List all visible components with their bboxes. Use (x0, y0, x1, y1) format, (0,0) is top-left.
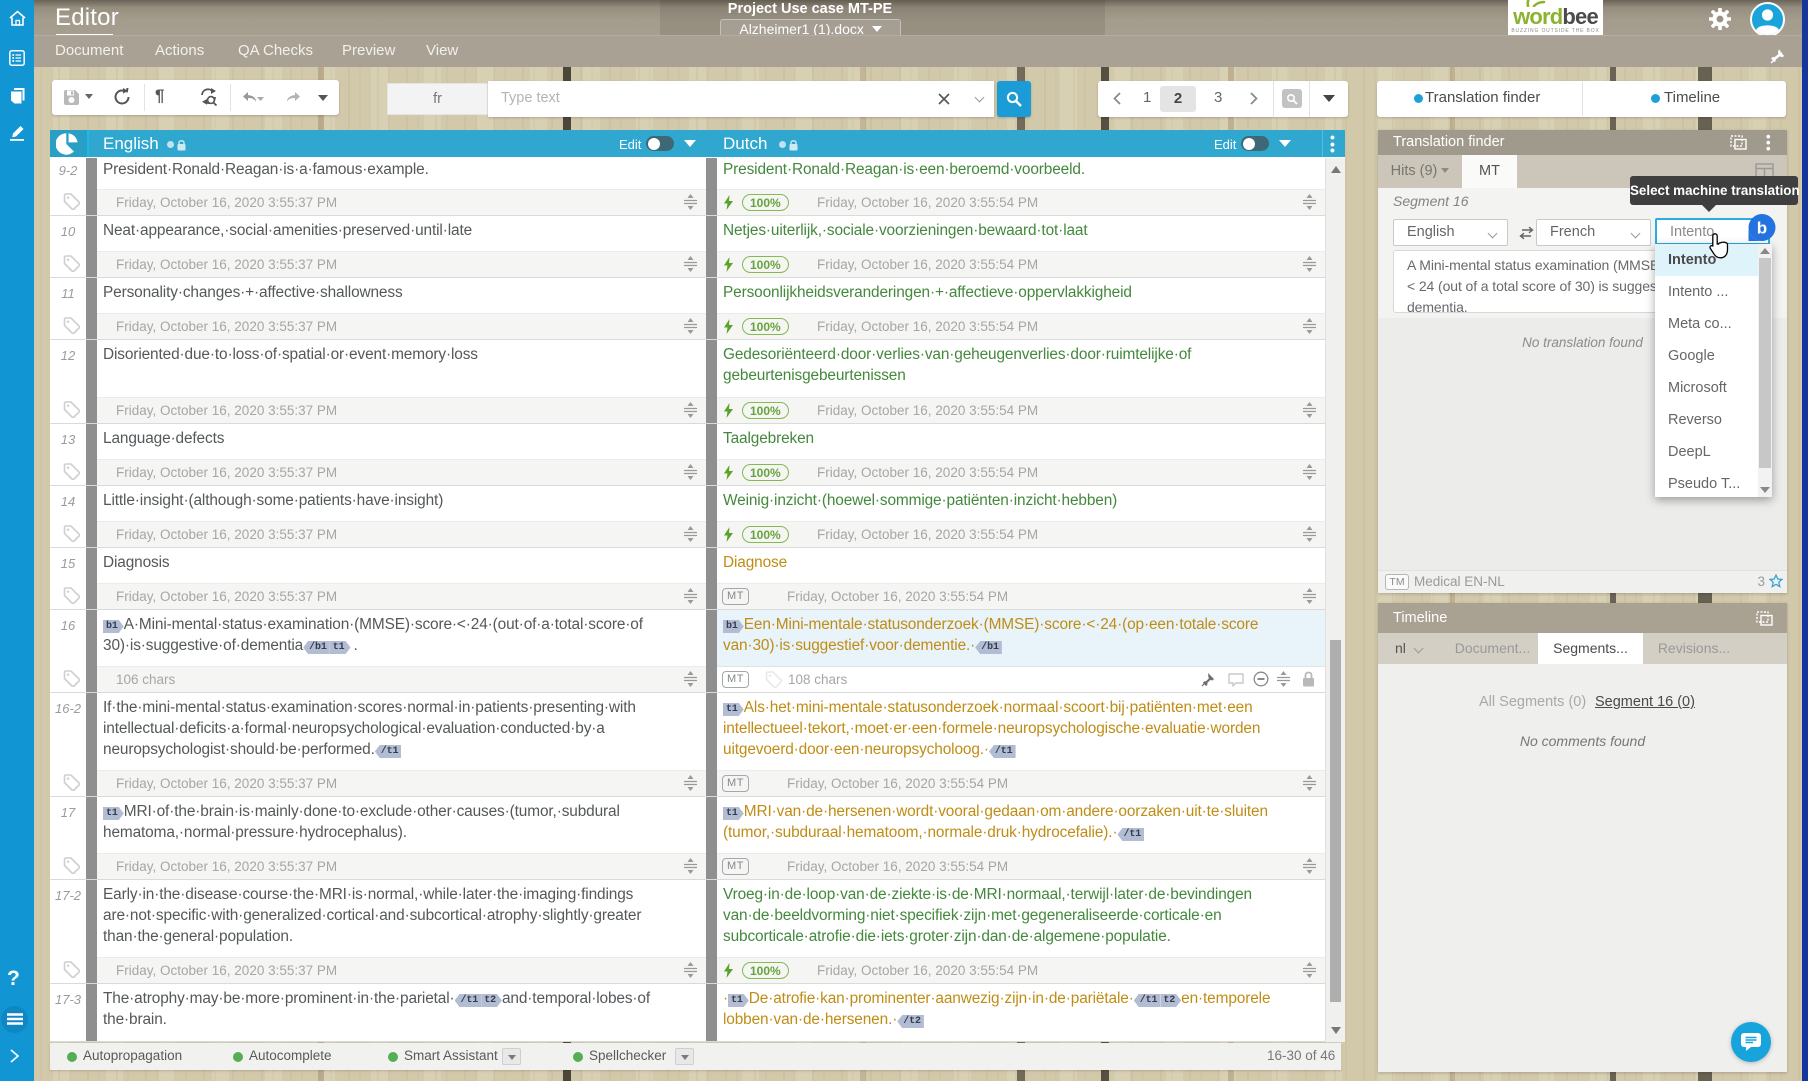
svg-text:b: b (1757, 219, 1767, 238)
